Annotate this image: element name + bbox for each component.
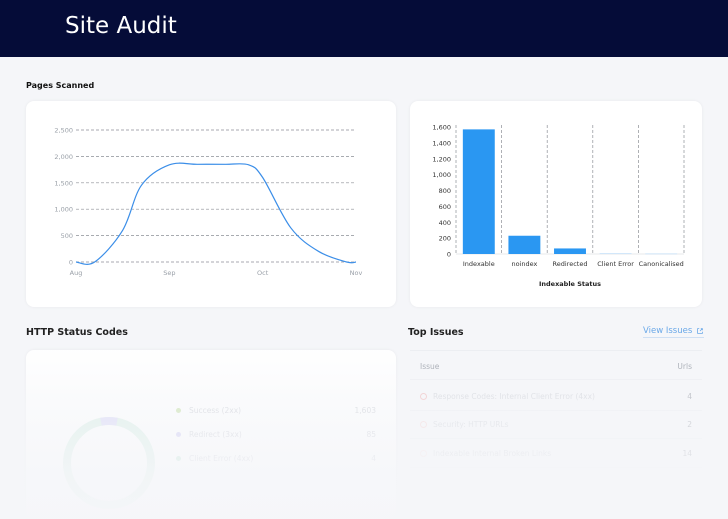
legend-item-client-error: Client Error (4xx) 4: [176, 452, 376, 464]
external-link-icon: [697, 328, 704, 334]
legend-value: 1,603: [354, 405, 376, 415]
bar[interactable]: [599, 253, 632, 254]
issue-column-header: Issue: [420, 362, 440, 371]
bar[interactable]: [554, 248, 586, 254]
page-header: Site Audit: [0, 0, 728, 57]
issues-table-header: Issue Urls: [420, 362, 692, 371]
issues-divider: [410, 438, 702, 439]
y-tick-label: 1,200: [432, 155, 451, 163]
page-title: Site Audit: [65, 13, 177, 39]
warning-icon: [420, 449, 427, 457]
indexable-status-card: 0 200 400 600 800 1,000 1,200 1,400 1,600 Indexab…: [410, 101, 702, 307]
view-issues-link[interactable]: View Issues: [643, 326, 705, 338]
urls-column-header: Urls: [677, 362, 692, 371]
legend-dot: [176, 455, 181, 461]
x-tick-label: Indexable: [463, 260, 495, 268]
top-issues-label: Top Issues: [408, 327, 464, 338]
x-axis-label: Indexable Status: [539, 280, 601, 288]
issue-text: Response Codes: Internal Client Error (4…: [433, 391, 595, 401]
issues-divider: [410, 467, 702, 468]
y-tick-label: 1,600: [432, 124, 451, 132]
legend-value: 4: [371, 453, 376, 463]
y-tick-label: 500: [61, 232, 73, 240]
issue-text: Security: HTTP URLs: [433, 419, 509, 429]
legend-dot: [176, 407, 181, 413]
y-tick-label: 400: [439, 219, 451, 227]
http-status-label: HTTP Status Codes: [26, 327, 128, 338]
y-tick-label: 800: [439, 187, 451, 195]
issue-text: Indexable Internal Broken Links: [433, 448, 552, 458]
legend-item-success: Success (2xx) 1,603: [176, 404, 376, 416]
pages-scanned-label: Pages Scanned: [26, 81, 95, 90]
issues-divider: [410, 410, 702, 411]
issue-row[interactable]: Security: HTTP URLs 2: [420, 418, 692, 430]
issue-row[interactable]: Indexable Internal Broken Links 14: [420, 447, 692, 459]
series-line: [75, 162, 357, 265]
legend-label: Redirect (3xx): [189, 429, 242, 439]
view-issues-label: View Issues: [643, 326, 693, 336]
issue-row[interactable]: Response Codes: Internal Client Error (4…: [420, 390, 692, 402]
bar[interactable]: [508, 235, 541, 254]
pages-scanned-chart: 0 500 1,000 1,500 2,000 2,500 Aug Sep Oct Nov: [54, 127, 363, 278]
x-tick-label: Canonicalised: [639, 260, 684, 268]
indexable-status-chart: 0 200 400 600 800 1,000 1,200 1,400 1,600 Indexab…: [432, 124, 685, 288]
issues-divider: [410, 350, 702, 351]
x-tick-label: Sep: [163, 269, 175, 277]
y-tick-label: 1,400: [432, 139, 451, 147]
legend-item-redirect: Redirect (3xx) 85: [176, 428, 376, 440]
bar[interactable]: [645, 253, 678, 255]
x-tick-label: Client Error: [597, 260, 634, 268]
y-tick-label: 2,500: [54, 127, 73, 135]
x-tick-label: Nov: [350, 269, 363, 277]
legend-label: Client Error (4xx): [189, 453, 254, 463]
warning-icon: [420, 420, 427, 428]
issue-count: 14: [682, 448, 692, 458]
legend-value: 85: [366, 429, 376, 439]
issue-count: 4: [687, 391, 692, 401]
bar[interactable]: [462, 129, 495, 254]
y-tick-label: 0: [447, 251, 451, 259]
y-tick-label: 0: [69, 259, 73, 267]
issues-divider: [410, 379, 702, 380]
pages-scanned-card: 0 500 1,000 1,500 2,000 2,500 Aug Sep Oct Nov: [26, 101, 396, 307]
y-tick-label: 1,000: [432, 171, 451, 179]
legend-dot: [176, 431, 181, 437]
y-tick-label: 1,000: [54, 206, 73, 214]
legend-label: Success (2xx): [189, 405, 242, 415]
x-tick-label: Redirected: [553, 260, 588, 268]
warning-icon: [420, 392, 427, 400]
x-tick-label: Aug: [70, 269, 83, 277]
x-tick-label: Oct: [257, 269, 269, 277]
issue-count: 2: [687, 419, 692, 429]
y-tick-label: 200: [439, 235, 451, 243]
y-tick-label: 1,500: [54, 179, 73, 187]
x-tick-label: noindex: [511, 260, 537, 268]
y-tick-label: 600: [439, 203, 451, 211]
y-tick-label: 2,000: [54, 153, 73, 161]
status-donut: [63, 417, 155, 509]
